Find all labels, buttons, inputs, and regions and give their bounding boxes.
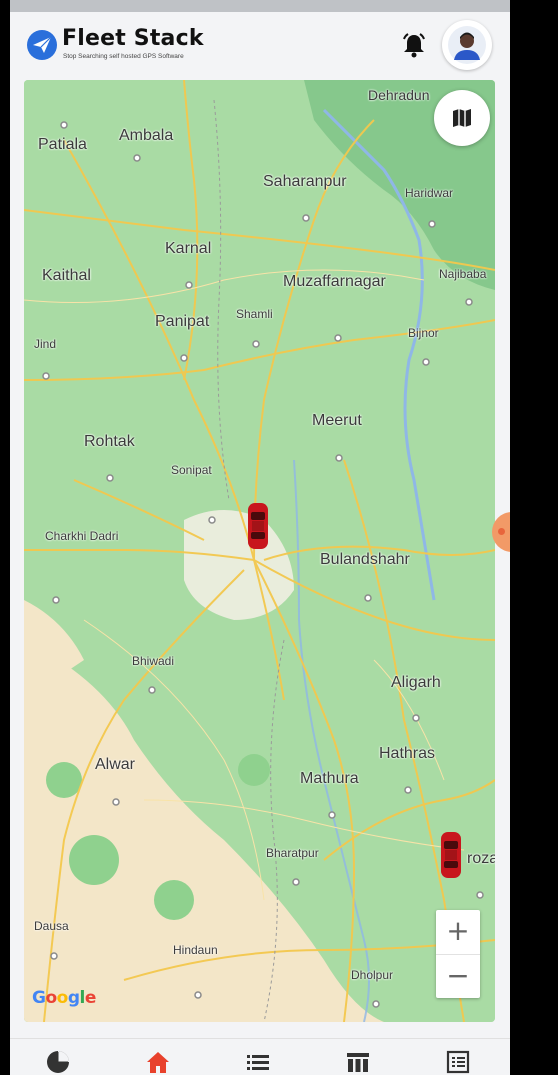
place-label: Patiala: [38, 136, 87, 153]
place-label: Karnal: [165, 240, 212, 257]
nav-reports[interactable]: [445, 1049, 475, 1075]
place-label: Bhiwadi: [132, 654, 175, 668]
place-label: Sonipat: [171, 463, 212, 477]
red-car-icon[interactable]: [247, 502, 269, 550]
status-bar: [10, 0, 510, 12]
table-icon: [347, 1053, 369, 1072]
place-label: Hathras: [379, 745, 436, 762]
place-label: Bijnor: [408, 326, 439, 340]
red-car-icon[interactable]: [440, 831, 462, 879]
map-view[interactable]: Dehradun Ambala Patiala Saharanpur Harid…: [24, 80, 495, 1022]
place-label: Panipat: [155, 313, 210, 330]
nav-table[interactable]: [345, 1049, 375, 1075]
place-label: Najibaba: [439, 267, 487, 281]
place-label: rozab: [467, 850, 495, 867]
place-label: Aligarh: [391, 674, 441, 691]
place-label: Jind: [34, 337, 57, 351]
zoom-control: + −: [436, 910, 480, 998]
place-label: Mathura: [300, 770, 359, 787]
place-label: Bharatpur: [266, 846, 319, 860]
place-label: Shamli: [236, 307, 273, 321]
app-header: Fleet Stack Stop Searching self hosted G…: [10, 12, 510, 74]
place-label: Charkhi Dadri: [45, 529, 119, 543]
google-attribution: Google: [32, 988, 96, 1008]
place-label: Alwar: [95, 756, 136, 773]
app-tagline: Stop Searching self hosted GPS Software: [63, 53, 184, 60]
app-brand: Fleet Stack: [62, 26, 204, 51]
report-icon: [446, 1050, 470, 1074]
place-label: Haridwar: [405, 186, 454, 200]
place-label: Ambala: [119, 127, 174, 144]
pie-chart-icon: [47, 1051, 69, 1073]
place-label: Rohtak: [84, 433, 135, 450]
nav-home[interactable]: [145, 1049, 175, 1075]
place-label: Muzaffarnagar: [283, 273, 386, 290]
home-icon: [147, 1052, 169, 1073]
zoom-in-button[interactable]: +: [436, 910, 480, 954]
list-icon: [247, 1055, 269, 1070]
place-label: Hindaun: [173, 943, 218, 957]
app-screen: Fleet Stack Stop Searching self hosted G…: [10, 0, 510, 1075]
place-label: Dausa: [34, 919, 69, 933]
map-canvas: [24, 80, 495, 1022]
nav-list[interactable]: [245, 1049, 275, 1075]
map-layers-button[interactable]: [434, 90, 490, 146]
notification-bell-icon[interactable]: [400, 31, 428, 59]
place-label: Meerut: [312, 412, 362, 429]
bottom-nav: [10, 1038, 510, 1075]
place-label: Dholpur: [351, 968, 394, 982]
nav-dashboard[interactable]: [45, 1049, 75, 1075]
logo-icon: [27, 30, 57, 60]
place-label: Kaithal: [42, 267, 91, 284]
place-label: Saharanpur: [263, 173, 347, 190]
place-label: Bulandshahr: [320, 551, 410, 568]
map-layers-icon: [453, 109, 471, 127]
place-label: Dehradun: [368, 87, 430, 103]
user-avatar[interactable]: [442, 20, 492, 70]
zoom-out-button[interactable]: −: [436, 954, 480, 998]
